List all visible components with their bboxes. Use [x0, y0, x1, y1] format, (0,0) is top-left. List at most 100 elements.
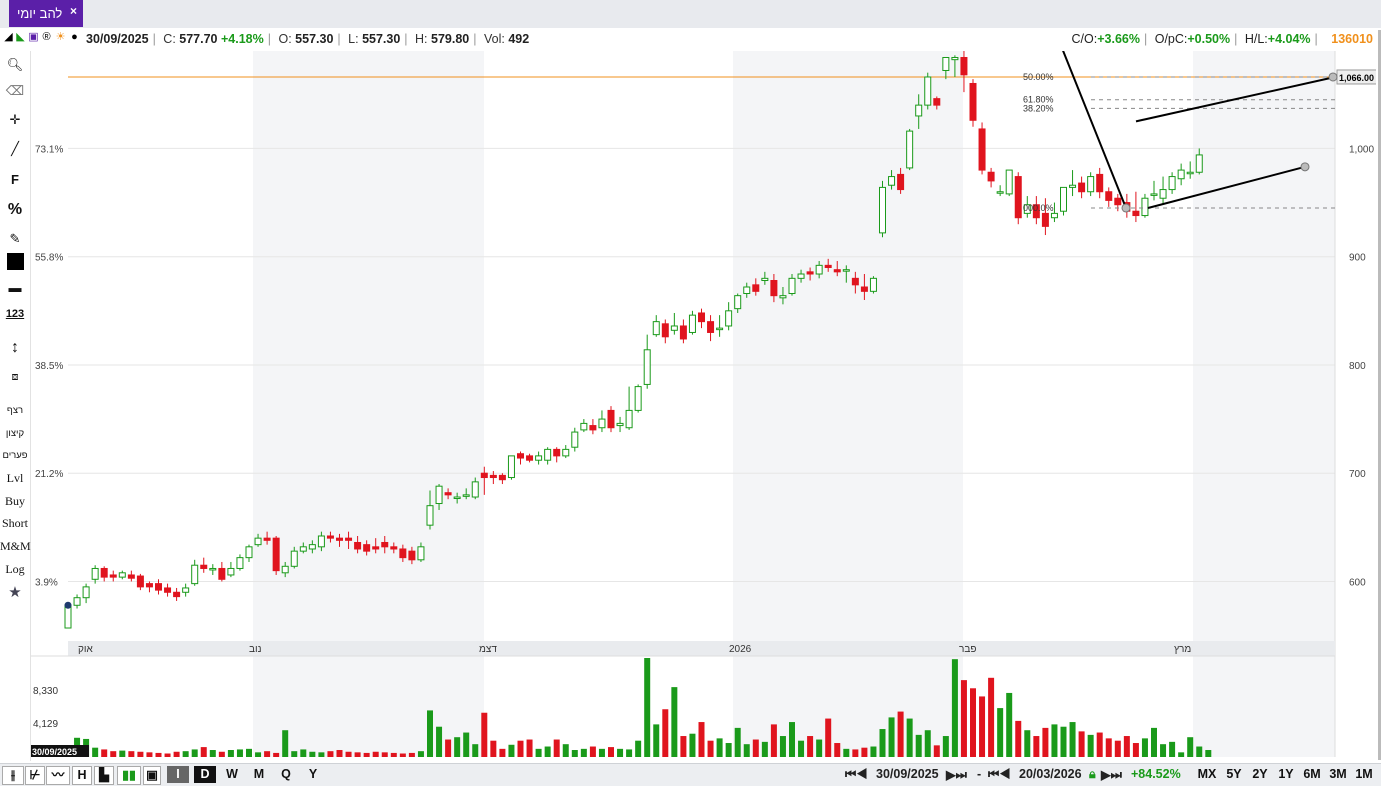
candle-body: [1159, 189, 1167, 199]
to-date[interactable]: 20/03/2026: [1019, 767, 1082, 781]
opc-value: +0.50%: [1187, 32, 1231, 46]
line-tool-icon[interactable]: ╱: [0, 141, 30, 157]
area-icon[interactable]: ▙: [94, 766, 114, 785]
chat-icon[interactable]: ●: [69, 31, 80, 44]
volume-bar: [888, 717, 895, 757]
range-3m[interactable]: 3M: [1326, 766, 1350, 783]
candles-icon[interactable]: ⫲: [2, 766, 24, 785]
candle-body: [136, 575, 144, 588]
volume-bar: [354, 752, 361, 757]
note-icon[interactable]: ✎: [0, 231, 30, 247]
tool-mm[interactable]: M&M: [0, 539, 31, 554]
interval-daily[interactable]: D: [194, 766, 216, 783]
interval-yearly[interactable]: Y: [302, 766, 324, 783]
right-axis-label: 800: [1349, 361, 1366, 372]
bar-chart-icon[interactable]: ⊬: [25, 766, 45, 785]
to-first-icon[interactable]: ⏮◀: [988, 767, 1010, 782]
fib-handle: [1121, 203, 1131, 213]
volume-bar: [933, 745, 940, 757]
eraser-icon[interactable]: ⌫: [0, 83, 30, 99]
from-next-icon[interactable]: ▶⏭: [946, 767, 967, 783]
volume-bar: [626, 749, 633, 757]
volume-bar: [128, 751, 135, 757]
sun-icon[interactable]: ☀: [55, 31, 66, 44]
candle-body: [770, 280, 778, 297]
star-icon[interactable]: ★: [0, 583, 30, 601]
range-2y[interactable]: 2Y: [1248, 766, 1272, 783]
tool-extreme[interactable]: קיצון: [0, 428, 30, 439]
tool-log[interactable]: Log: [0, 562, 30, 577]
candle-body: [842, 269, 850, 272]
candle-body: [281, 565, 289, 574]
candle-body: [372, 546, 380, 550]
count-tool[interactable]: 123: [0, 308, 30, 320]
close-change: +4.18%: [221, 32, 264, 46]
fibonacci-tool[interactable]: F: [0, 172, 30, 187]
interval-weekly[interactable]: W: [221, 766, 243, 783]
left-axis-label: 21.2%: [35, 469, 63, 480]
to-next-icon[interactable]: ▶⏭: [1101, 767, 1122, 783]
candle-body: [489, 474, 497, 479]
volume-bar: [960, 680, 967, 757]
range-5y[interactable]: 5Y: [1222, 766, 1246, 783]
save-icon[interactable]: ▣: [143, 766, 161, 785]
candle-body: [507, 455, 515, 479]
lock-icon[interactable]: 🔒︎: [1089, 767, 1096, 782]
right-axis-label: 900: [1349, 253, 1366, 264]
range-mx[interactable]: MX: [1194, 766, 1220, 783]
candle-body: [661, 323, 669, 338]
volume-bar: [608, 747, 614, 757]
price-chart[interactable]: 90.4%73.1%55.8%38.5%21.2%3.9%1,1001,0009…: [31, 51, 1376, 761]
close-tab-icon[interactable]: ×: [70, 4, 77, 18]
hlc-icon[interactable]: H: [72, 766, 92, 785]
volume-bar: [137, 751, 144, 757]
interval-quarterly[interactable]: Q: [275, 766, 297, 783]
candle-body: [544, 448, 552, 461]
color-bars-icon[interactable]: ▮▮: [117, 766, 141, 785]
news-icon[interactable]: ▣: [28, 31, 39, 44]
crosshair-icon[interactable]: ✛: [0, 112, 30, 128]
volume-bar: [1169, 741, 1176, 757]
measure-icon[interactable]: ↕: [0, 339, 30, 357]
candle-body: [788, 277, 796, 294]
range-1y[interactable]: 1Y: [1274, 766, 1298, 783]
percent-tool[interactable]: %: [0, 201, 30, 219]
volume-bar: [463, 732, 470, 757]
interval-monthly[interactable]: M: [248, 766, 270, 783]
from-first-icon[interactable]: ⏮◀: [845, 767, 867, 782]
color-swatch[interactable]: [0, 253, 30, 273]
from-date[interactable]: 30/09/2025: [876, 767, 939, 781]
candle-body: [634, 386, 642, 411]
candle-body: [960, 56, 968, 76]
tool-buy[interactable]: Buy: [0, 494, 30, 509]
open-value: 557.30: [295, 32, 334, 46]
candle-body: [897, 173, 905, 191]
fib-label: 38.20%: [1023, 103, 1054, 113]
search-icon[interactable]: 🔍︎: [0, 57, 30, 73]
volume-bar: [825, 718, 832, 757]
range-6m[interactable]: 6M: [1300, 766, 1324, 783]
tool-short[interactable]: Short: [0, 516, 30, 531]
range-1m[interactable]: 1M: [1352, 766, 1376, 783]
volume-bar: [1042, 727, 1049, 757]
hl-value: +4.04%: [1267, 32, 1311, 46]
candle-body: [1150, 193, 1158, 196]
tool-streak[interactable]: רצף: [0, 405, 30, 416]
compare-icon[interactable]: ◣: [15, 31, 26, 44]
bottom-bar: ⫲ ⊬ 〰 H ▙ ▮▮ ▣ I D W M Q Y ⏮◀ 30/09/2025…: [0, 763, 1381, 786]
volume-bar: [1069, 722, 1076, 757]
volume-bar: [408, 752, 415, 757]
volume-bar: [182, 751, 189, 757]
interval-intraday[interactable]: I: [167, 766, 189, 783]
tool-gaps[interactable]: פערים: [0, 450, 30, 461]
tool-level[interactable]: Lvl: [0, 471, 30, 486]
candle-icon[interactable]: ⧈: [0, 371, 30, 384]
line-chart-icon[interactable]: 〰: [46, 766, 70, 785]
candle-body: [408, 550, 416, 561]
chart-tab[interactable]: × להב יומי: [9, 0, 83, 27]
chart-type-icon[interactable]: ◢: [3, 31, 14, 44]
candle-body: [933, 98, 941, 106]
volume-bar: [1087, 734, 1094, 757]
line-width-icon[interactable]: ▬: [0, 280, 30, 295]
registered-icon[interactable]: ®: [41, 31, 52, 44]
